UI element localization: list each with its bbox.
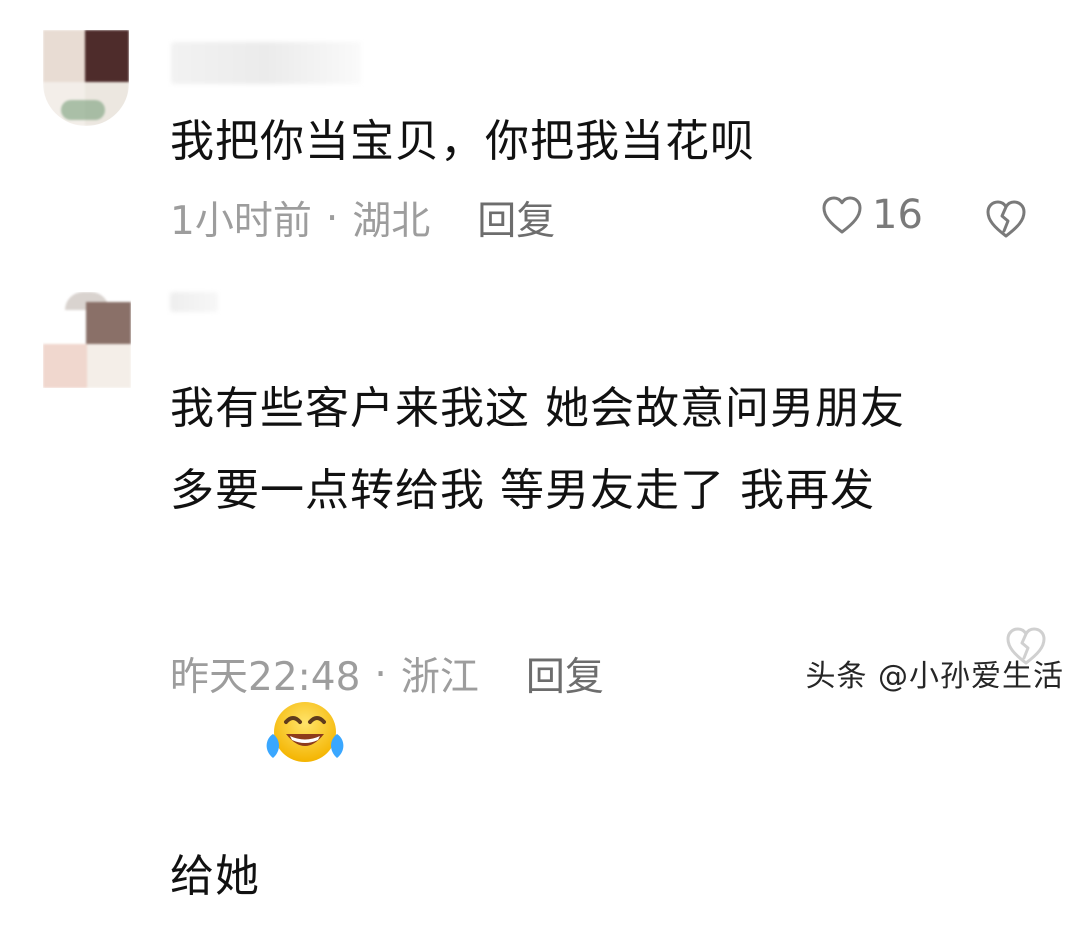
tears-of-joy-emoji-icon (262, 532, 348, 762)
avatar[interactable] (43, 292, 131, 388)
comment-text: 我有些客户来我这 她会故意问男朋友 多要一点转给我 等男友走了 我再发 给她 (170, 368, 1050, 918)
meta-separator: · (374, 651, 387, 697)
blurred-username[interactable] (171, 42, 361, 84)
heart-outline-icon (820, 193, 864, 237)
like-count: 16 (872, 192, 923, 238)
broken-heart-icon[interactable] (984, 197, 1028, 241)
comment-text: 我把你当宝贝，你把我当花呗 (170, 116, 755, 167)
watermark: 头条 @小孙爱生活 (805, 659, 1064, 694)
comment-time: 1小时前 (170, 199, 312, 244)
comment-location: 湖北 (352, 199, 431, 244)
reply-button[interactable]: 回复 (526, 646, 604, 702)
blurred-username[interactable] (170, 292, 218, 312)
comment-meta: 1小时前 · 湖北 回复 (170, 190, 555, 246)
comment-time: 昨天22:48 (170, 655, 361, 700)
blurred-avatar-image (43, 292, 131, 388)
reply-button[interactable]: 回复 (477, 190, 555, 246)
avatar[interactable] (43, 30, 129, 126)
like-button[interactable]: 16 (820, 193, 923, 237)
comment-location: 浙江 (400, 655, 479, 700)
blurred-avatar-image (43, 30, 129, 126)
meta-separator: · (325, 195, 339, 241)
comment-meta: 昨天22:48 · 浙江 回复 (170, 646, 604, 702)
